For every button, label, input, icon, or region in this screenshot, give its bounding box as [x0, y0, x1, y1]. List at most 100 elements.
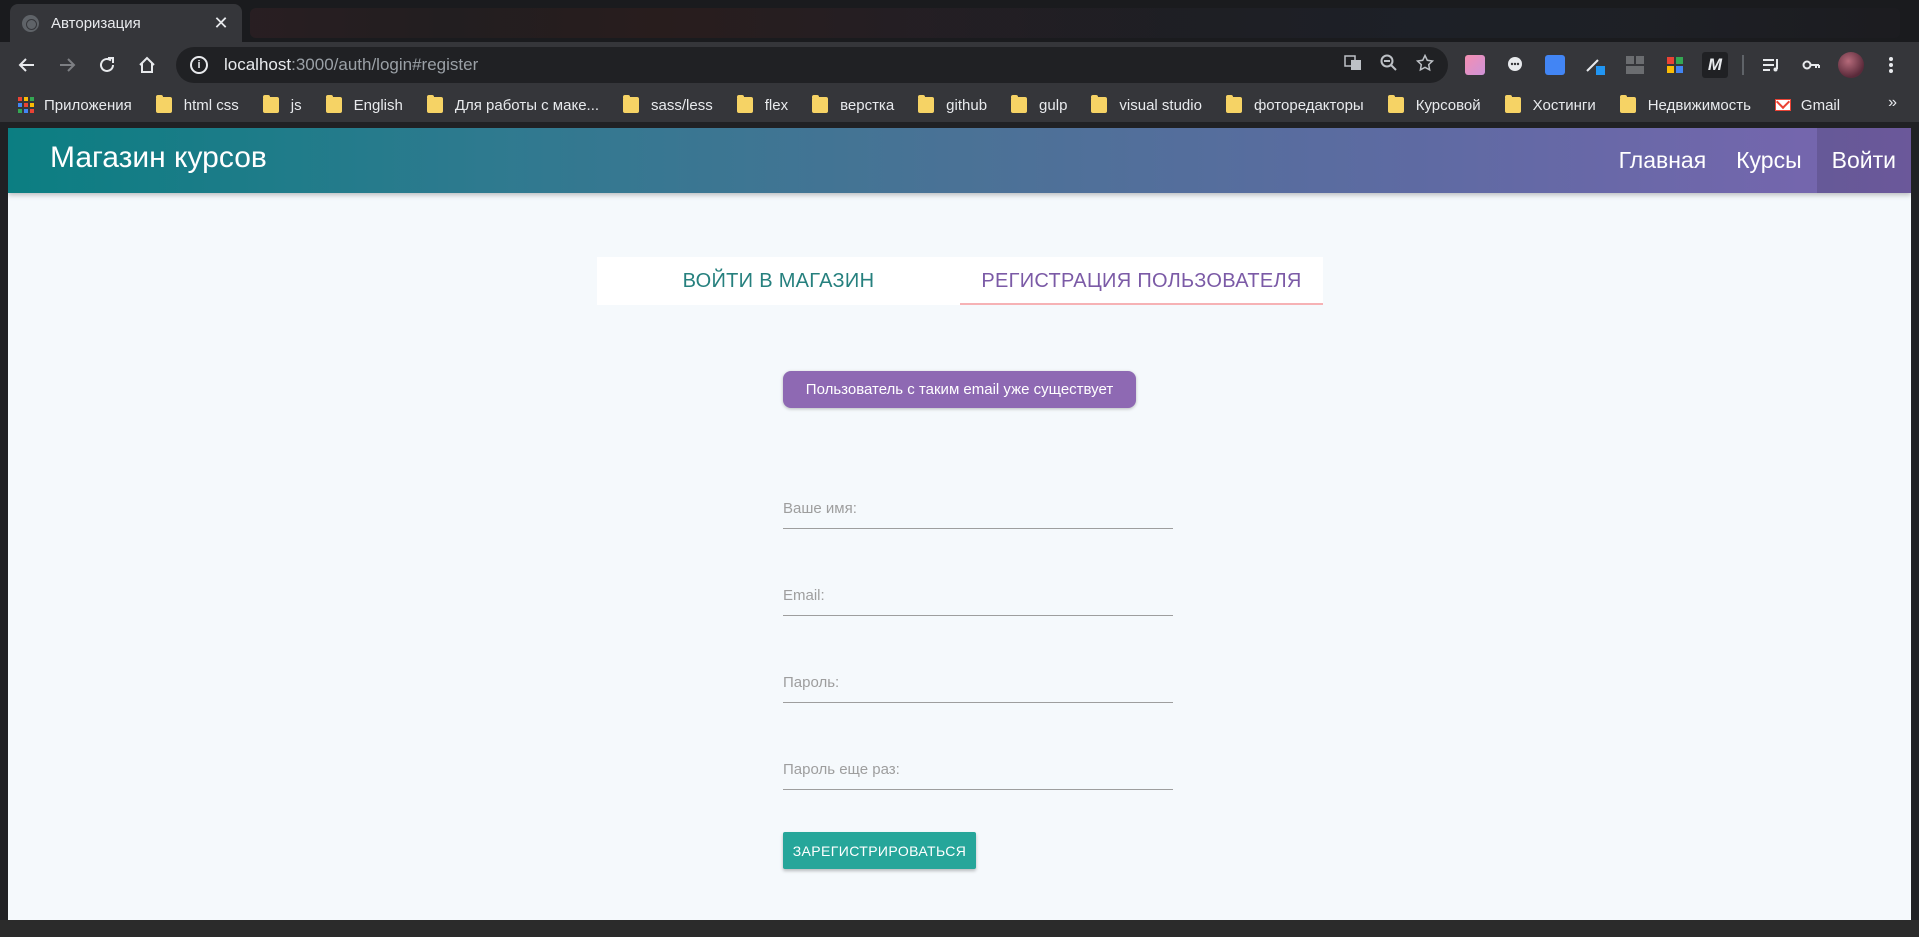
- folder-icon: [1619, 95, 1636, 113]
- bookmark-item[interactable]: Для работы с маке...: [426, 95, 600, 114]
- email-field: [783, 576, 1173, 616]
- url-host: localhost: [224, 55, 292, 74]
- key-icon[interactable]: [1798, 52, 1824, 78]
- password-confirm-input[interactable]: [783, 750, 1173, 788]
- home-icon[interactable]: [132, 50, 162, 80]
- password-input[interactable]: [783, 663, 1173, 701]
- gmail-icon: [1774, 99, 1791, 111]
- email-input[interactable]: [783, 576, 1173, 614]
- bookmark-item[interactable]: flex: [736, 95, 789, 114]
- folder-icon: [426, 95, 443, 113]
- browser-window: Авторизация ✕ i localhost:3000/auth/logi…: [0, 0, 1919, 937]
- folder-icon: [1011, 95, 1028, 113]
- reload-icon[interactable]: [92, 50, 122, 80]
- nav-link-home[interactable]: Главная: [1604, 128, 1722, 193]
- bookmark-label: js: [290, 96, 302, 114]
- folder-icon: [918, 95, 935, 113]
- url-path: :3000/auth/login#register: [291, 55, 479, 74]
- browser-toolbar: i localhost:3000/auth/login#register M: [0, 42, 1919, 88]
- forward-arrow-icon[interactable]: [52, 50, 82, 80]
- folder-icon: [262, 95, 279, 113]
- bookmark-label: html css: [183, 96, 239, 114]
- bookmark-label: flex: [764, 96, 789, 114]
- bookmark-item[interactable]: visual studio: [1091, 95, 1202, 114]
- folder-icon: [155, 95, 172, 113]
- bookmark-label: Gmail: [1800, 96, 1841, 114]
- bookmark-item[interactable]: sass/less: [623, 95, 713, 114]
- bookmark-item[interactable]: верстка: [812, 95, 895, 114]
- color-picker-icon[interactable]: [1582, 52, 1608, 78]
- folder-icon: [812, 95, 829, 113]
- tab-register[interactable]: Регистрация пользователя: [960, 257, 1323, 305]
- tab-strip: Авторизация ✕: [0, 0, 1919, 42]
- chat-extension-icon[interactable]: [1502, 52, 1528, 78]
- address-bar[interactable]: i localhost:3000/auth/login#register: [176, 47, 1448, 83]
- translate-icon[interactable]: [1344, 54, 1362, 77]
- gradient-extension-icon[interactable]: [1462, 52, 1488, 78]
- register-button[interactable]: Зарегистрироваться: [783, 832, 976, 869]
- bookmark-item[interactable]: Курсовой: [1387, 95, 1481, 114]
- toolbar-divider: [1742, 55, 1744, 75]
- bookmark-item[interactable]: js: [262, 95, 302, 114]
- bookmarks-bar: Приложения html css js English Для работы с …: [0, 88, 1919, 122]
- bookmark-item[interactable]: Хостинги: [1504, 95, 1596, 114]
- apps-grid-icon: [18, 97, 34, 113]
- bookmark-label: visual studio: [1119, 96, 1202, 114]
- folder-icon: [1225, 95, 1242, 113]
- password-confirm-field: [783, 750, 1173, 790]
- m-extension-icon[interactable]: M: [1702, 52, 1728, 78]
- close-icon[interactable]: ✕: [212, 13, 230, 34]
- bookmark-label: Приложения: [44, 96, 132, 114]
- bookmarks-overflow-icon[interactable]: »: [1888, 94, 1897, 112]
- bookmark-item[interactable]: Недвижимость: [1619, 95, 1751, 114]
- zoom-out-icon[interactable]: [1380, 54, 1398, 77]
- browser-tab-active[interactable]: Авторизация ✕: [10, 4, 242, 42]
- nav-links: Главная Курсы Войти: [1604, 128, 1911, 193]
- folder-icon: [1387, 95, 1404, 113]
- bookmark-label: Недвижимость: [1647, 96, 1751, 114]
- google-translate-icon[interactable]: [1542, 52, 1568, 78]
- page-viewport: Магазин курсов Главная Курсы Войти Войти…: [8, 128, 1911, 920]
- name-field: [783, 489, 1173, 529]
- bookmark-label: Для работы с маке...: [454, 96, 600, 114]
- layout-extension-icon[interactable]: [1622, 52, 1648, 78]
- bookmark-label: фоторедакторы: [1253, 96, 1364, 114]
- auth-tabs: Войти в магазин Регистрация пользователя: [597, 257, 1323, 305]
- bookmark-item[interactable]: html css: [155, 95, 239, 114]
- profile-avatar[interactable]: [1838, 52, 1864, 78]
- bookmark-label: github: [946, 96, 988, 114]
- tab-login[interactable]: Войти в магазин: [597, 257, 960, 305]
- menu-kebab-icon[interactable]: [1878, 52, 1904, 78]
- bookmark-item[interactable]: Приложения: [18, 97, 132, 114]
- site-navbar: Магазин курсов Главная Курсы Войти: [8, 128, 1911, 193]
- folder-icon: [736, 95, 753, 113]
- bookmark-label: Курсовой: [1415, 96, 1481, 114]
- globe-icon: [22, 14, 39, 32]
- nav-link-courses[interactable]: Курсы: [1721, 128, 1816, 193]
- folder-icon: [1504, 95, 1521, 113]
- back-arrow-icon[interactable]: [12, 50, 42, 80]
- tab-title: Авторизация: [51, 14, 141, 32]
- bookmark-item[interactable]: фоторедакторы: [1225, 95, 1364, 114]
- bookmark-item[interactable]: English: [325, 95, 403, 114]
- bookmark-label: Хостинги: [1532, 96, 1596, 114]
- puzzle-extension-icon[interactable]: [1662, 52, 1688, 78]
- site-brand[interactable]: Магазин курсов: [50, 141, 267, 175]
- playlist-icon[interactable]: [1758, 52, 1784, 78]
- url-text: localhost:3000/auth/login#register: [224, 55, 478, 75]
- window-bottom-edge: [0, 920, 1919, 937]
- bookmark-label: English: [353, 96, 403, 114]
- bookmark-label: gulp: [1039, 96, 1068, 114]
- folder-icon: [1091, 95, 1108, 113]
- name-input[interactable]: [783, 489, 1173, 527]
- bookmark-label: sass/less: [651, 96, 713, 114]
- bookmark-item[interactable]: github: [918, 95, 988, 114]
- bookmark-item[interactable]: Gmail: [1774, 96, 1841, 114]
- bookmark-star-icon[interactable]: [1415, 53, 1435, 77]
- nav-link-login[interactable]: Войти: [1816, 128, 1911, 193]
- error-message: Пользователь с таким email уже существуе…: [783, 371, 1136, 408]
- folder-icon: [623, 95, 640, 113]
- info-icon[interactable]: i: [190, 56, 208, 74]
- bookmark-label: верстка: [840, 96, 895, 114]
- bookmark-item[interactable]: gulp: [1011, 95, 1068, 114]
